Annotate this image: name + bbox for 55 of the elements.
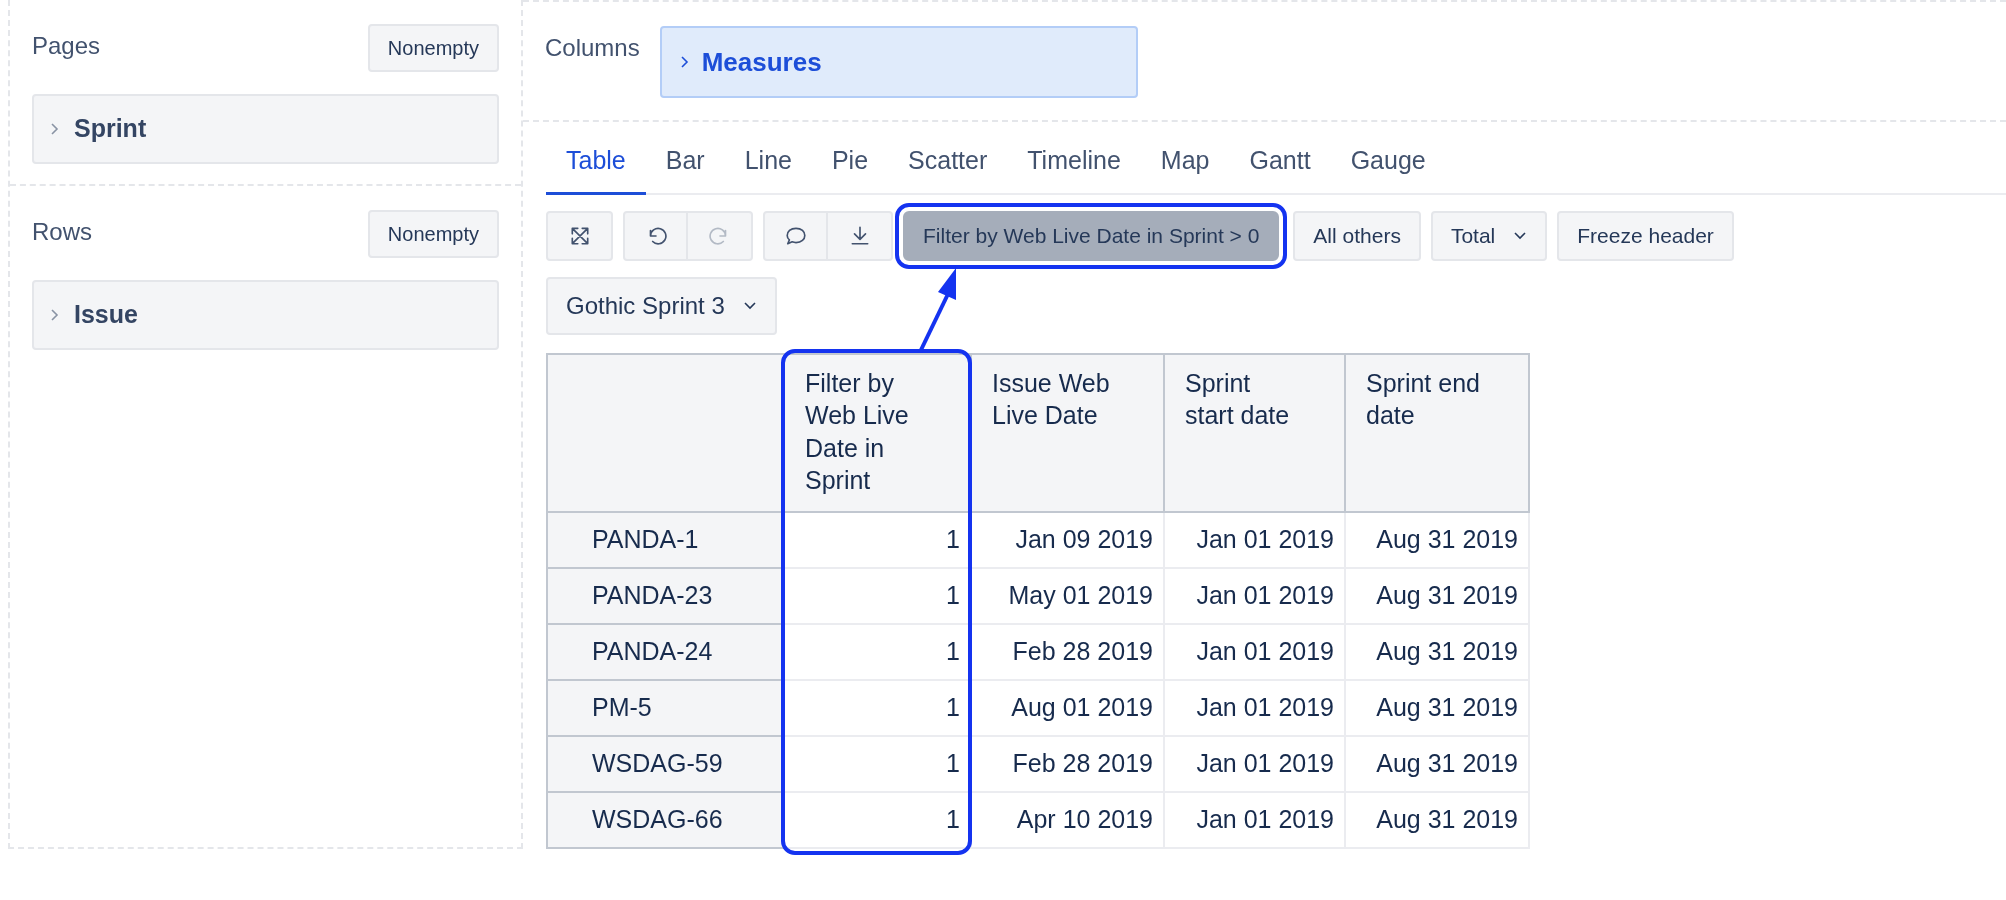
section-title: Pages [32, 31, 101, 61]
chart-tab[interactable]: Timeline [1007, 142, 1141, 195]
table-cell: Jan 09 2019 [971, 511, 1164, 568]
table-cell: Jan 01 2019 [1164, 791, 1345, 848]
dimension-chip[interactable]: Issue [32, 280, 499, 350]
caret-icon [742, 301, 757, 310]
chart-tab[interactable]: Map [1140, 142, 1230, 195]
table-cell: Aug 31 2019 [1345, 623, 1529, 680]
toolbar-button[interactable]: All others [1293, 210, 1421, 261]
column-header: Issue Web Live Date [971, 353, 1164, 512]
nonempty-button[interactable]: Nonempty [367, 210, 499, 258]
table-cell: Jan 01 2019 [1164, 623, 1345, 680]
table-cell: Aug 31 2019 [1345, 679, 1529, 736]
section-title: Rows [32, 217, 92, 247]
chart-tab[interactable]: Bar [645, 142, 725, 195]
row-header: PANDA-1 [547, 511, 784, 568]
chart-tab[interactable]: Table [546, 142, 646, 195]
table-cell: Aug 31 2019 [1345, 735, 1529, 792]
table-cell: Jan 01 2019 [1164, 567, 1345, 624]
section-title: Columns [545, 33, 640, 63]
chart-tab[interactable]: Gauge [1330, 142, 1446, 195]
table-cell: Feb 28 2019 [971, 735, 1164, 792]
chevron-icon [50, 308, 60, 322]
table-cell: Jan 01 2019 [1164, 735, 1345, 792]
dimension-chip[interactable]: Measures [659, 26, 1138, 98]
table-cell: Jan 01 2019 [1164, 511, 1345, 568]
table-cell: Apr 10 2019 [971, 791, 1164, 848]
row-header: PM-5 [547, 679, 784, 736]
column-header: Sprint end date [1345, 353, 1529, 512]
chart-tab[interactable]: Line [724, 142, 812, 195]
table-cell: Aug 31 2019 [1345, 567, 1529, 624]
chevron-icon [679, 55, 690, 69]
chevron-icon [50, 122, 60, 136]
table-cell: Aug 31 2019 [1345, 511, 1529, 568]
row-header: PANDA-24 [547, 623, 784, 680]
table-cell: Aug 31 2019 [1345, 791, 1529, 848]
column-header: Sprint start date [1164, 353, 1345, 512]
table-cell: Aug 01 2019 [971, 679, 1164, 736]
caret-icon [1513, 231, 1528, 240]
sprint-dropdown[interactable]: Gothic Sprint 3 [546, 276, 777, 335]
nonempty-button[interactable]: Nonempty [367, 24, 499, 72]
row-header: PANDA-23 [547, 567, 784, 624]
expand-icon [568, 224, 591, 247]
table-cell: May 01 2019 [971, 567, 1164, 624]
row-header: WSDAG-59 [547, 735, 784, 792]
column-header: Filter by Web Live Date in Sprint [784, 353, 971, 512]
chart-tab[interactable]: Pie [811, 142, 889, 195]
table-cell: Feb 28 2019 [971, 623, 1164, 680]
chart-tab[interactable]: Gantt [1229, 142, 1331, 195]
chart-tab[interactable]: Scatter [888, 142, 1008, 195]
dimension-chip[interactable]: Sprint [32, 94, 499, 164]
toolbar-button[interactable]: Freeze header [1557, 210, 1734, 261]
table-cell: Jan 01 2019 [1164, 679, 1345, 736]
toolbar-button[interactable]: Total [1430, 210, 1548, 261]
row-header: WSDAG-66 [547, 791, 784, 848]
